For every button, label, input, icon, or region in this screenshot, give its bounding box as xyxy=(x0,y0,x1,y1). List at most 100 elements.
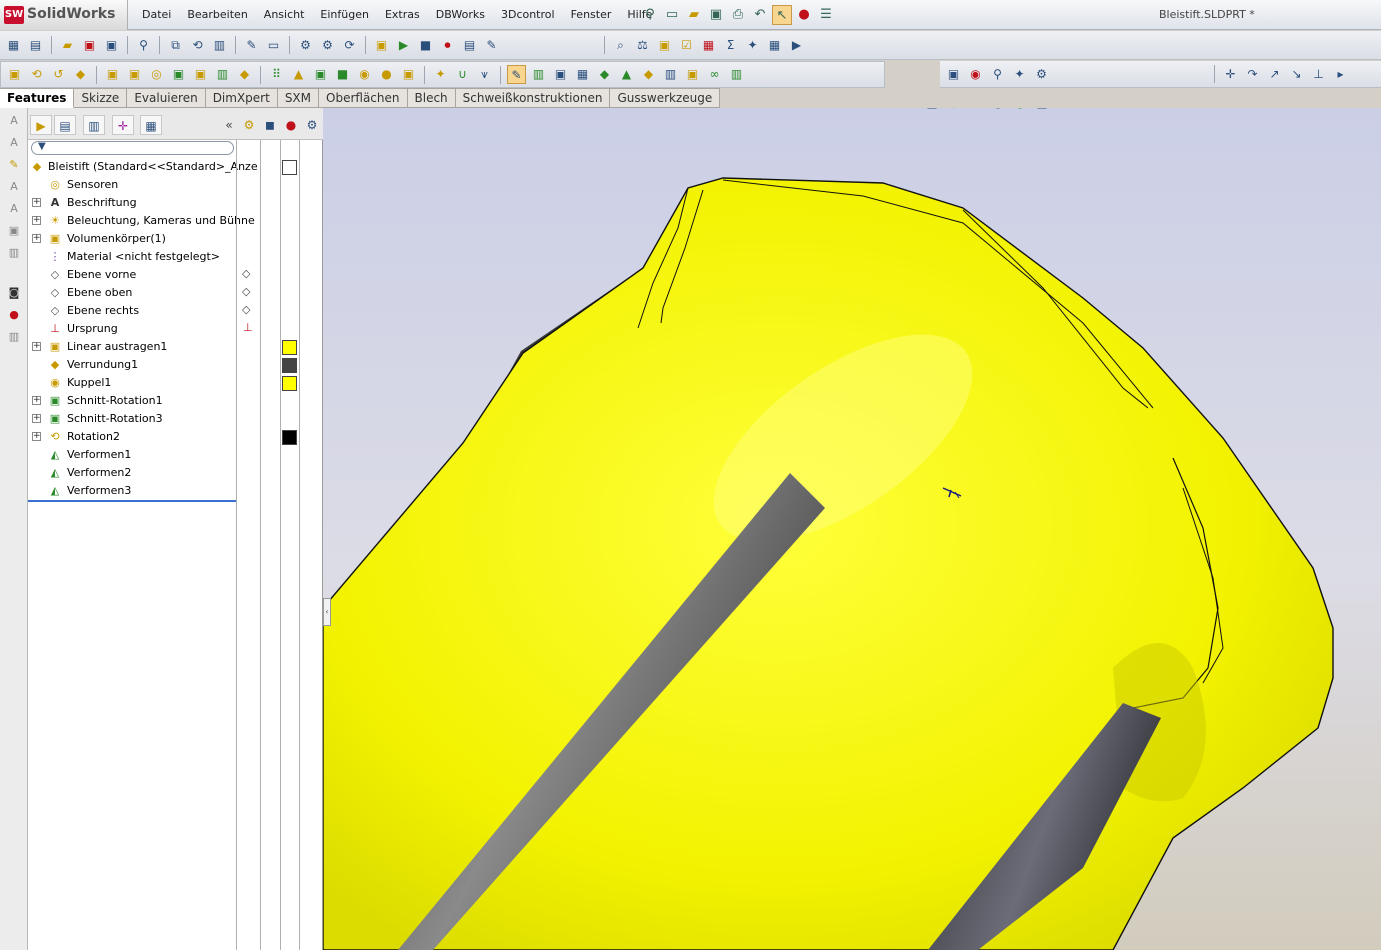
tree-item-volumenkoerper[interactable]: + ▣ Volumenkörper(1) xyxy=(28,230,236,248)
new-document-icon[interactable]: ▭ xyxy=(662,5,682,25)
view-orientation-icon[interactable]: ◈ xyxy=(945,108,963,112)
rollback-bar[interactable] xyxy=(28,500,236,502)
flex-icon[interactable]: ◆ xyxy=(595,65,614,84)
record-macro-icon[interactable]: ⏺ xyxy=(438,36,457,55)
save-as-icon[interactable]: ▣ xyxy=(80,36,99,55)
reference-geometry-icon[interactable]: ✦ xyxy=(431,65,450,84)
open-folder-icon[interactable]: ▰ xyxy=(684,5,704,25)
freeform-icon[interactable]: ∞ xyxy=(705,65,724,84)
tab-blech[interactable]: Blech xyxy=(407,88,456,108)
shell-icon[interactable]: ▣ xyxy=(191,65,210,84)
check-icon[interactable]: ☑ xyxy=(677,36,696,55)
render-tools-icon[interactable]: ✦ xyxy=(1010,65,1029,84)
fillet-icon[interactable]: ◆ xyxy=(235,65,254,84)
relations-icon[interactable]: ▣ xyxy=(551,65,570,84)
measure-icon[interactable]: ⌕ xyxy=(611,36,630,55)
section-view-icon[interactable]: ▥ xyxy=(923,108,941,112)
mass-properties-icon[interactable]: ⚖ xyxy=(633,36,652,55)
properties-icon[interactable]: ▤ xyxy=(26,36,45,55)
open-icon[interactable]: ▰ xyxy=(58,36,77,55)
tree-item-schnitt-rotation3[interactable]: + ▣ Schnitt-Rotation3 xyxy=(28,410,236,428)
arc-icon[interactable]: ↷ xyxy=(1243,65,1262,84)
macro-icon[interactable]: ▣ xyxy=(372,36,391,55)
filter-icon[interactable]: ⚲ xyxy=(134,36,153,55)
rebuild-icon[interactable]: ● xyxy=(794,5,814,25)
tree-item-verformen3[interactable]: ◭ Verformen3 xyxy=(28,482,236,500)
tab-dimxpert[interactable]: DimXpert xyxy=(205,88,278,108)
appearance-sphere-icon[interactable]: ● xyxy=(280,115,302,135)
edit-macro-icon[interactable]: ✎ xyxy=(482,36,501,55)
appearance-swatch-fillet[interactable] xyxy=(282,358,297,373)
save-icon[interactable]: ▣ xyxy=(706,5,726,25)
run-macro-icon[interactable]: ▶ xyxy=(394,36,413,55)
menu-ansicht[interactable]: Ansicht xyxy=(256,0,313,30)
solidworks-logo[interactable]: SW SolidWorks xyxy=(0,0,128,30)
line-icon[interactable]: ↗ xyxy=(1265,65,1284,84)
tree-item-sensoren[interactable]: ◎ Sensoren xyxy=(28,176,236,194)
datum-tool-icon[interactable]: ▥ xyxy=(4,244,24,262)
image-icon[interactable]: ▣ xyxy=(944,65,963,84)
menu-dbworks[interactable]: DBWorks xyxy=(428,0,493,30)
panel-collapse-handle[interactable]: ‹ xyxy=(323,598,331,626)
print-icon[interactable]: ⎙ xyxy=(728,5,748,25)
save-disk-icon[interactable]: ▣ xyxy=(102,36,121,55)
text-tool-icon[interactable]: A xyxy=(4,112,24,130)
appearance-swatch-revolve[interactable] xyxy=(282,430,297,445)
gear-wheel-icon[interactable]: ⚙ xyxy=(296,36,315,55)
graphics-viewport[interactable]: ⌕ ⌕ ↶ ⟳ ✥ ▥ ◈ ◼ ◔ ● ▣ xyxy=(323,108,1381,950)
indent-icon[interactable]: ▥ xyxy=(727,65,746,84)
options-icon[interactable]: ☰ xyxy=(816,5,836,25)
xpress-icon[interactable]: ▶ xyxy=(787,36,806,55)
tree-item-verformen2[interactable]: ◭ Verformen2 xyxy=(28,464,236,482)
appearance-swatch-extrude[interactable] xyxy=(282,340,297,355)
tab-schweisskonstruktionen[interactable]: Schweißkonstruktionen xyxy=(455,88,611,108)
hole-wizard-icon[interactable]: ■ xyxy=(333,65,352,84)
gear-wheel-2-icon[interactable]: ⚙ xyxy=(318,36,337,55)
balloon-tool-icon[interactable]: A xyxy=(4,178,24,196)
intersect-icon[interactable]: ▣ xyxy=(683,65,702,84)
camera-icon[interactable]: ◙ xyxy=(4,284,24,302)
smart-dimension-icon[interactable]: ▥ xyxy=(529,65,548,84)
cylinder-icon[interactable]: ● xyxy=(377,65,396,84)
refresh-icon[interactable]: ⟳ xyxy=(340,36,359,55)
sketch-text-icon[interactable]: ✎ xyxy=(242,36,261,55)
display-manager-tab-icon[interactable]: ▦ xyxy=(140,115,162,135)
dimension-tool-icon[interactable]: A xyxy=(4,134,24,152)
property-manager-tab-icon[interactable]: ▤ xyxy=(54,115,76,135)
combine-icon[interactable]: ▥ xyxy=(661,65,680,84)
tab-gusswerkzeuge[interactable]: Gusswerkzeuge xyxy=(610,88,721,108)
more-icon[interactable]: ▸ xyxy=(1331,65,1350,84)
view-settings-icon[interactable]: ▣ xyxy=(1033,108,1051,112)
link-icon[interactable]: ⟲ xyxy=(188,36,207,55)
arrow-icon[interactable]: ↘ xyxy=(1287,65,1306,84)
record-icon[interactable]: ● xyxy=(4,306,24,324)
design-table-icon[interactable]: ▦ xyxy=(765,36,784,55)
wrap-icon[interactable]: ▣ xyxy=(311,65,330,84)
revolve-boss-icon[interactable]: ⟲ xyxy=(27,65,46,84)
appearance-swatch-dome[interactable] xyxy=(282,376,297,391)
tree-filter[interactable]: ▼ xyxy=(31,141,234,155)
point-icon[interactable]: ✛ xyxy=(1221,65,1240,84)
statistics-icon[interactable]: ▦ xyxy=(699,36,718,55)
tab-evaluieren[interactable]: Evaluieren xyxy=(127,88,206,108)
draft-icon[interactable]: ▲ xyxy=(289,65,308,84)
tree-item-ebene-oben[interactable]: ◇ Ebene oben xyxy=(28,284,236,302)
edit-appearance-icon[interactable]: ● xyxy=(1011,108,1029,112)
grid-icon[interactable]: ▦ xyxy=(573,65,592,84)
tree-item-ebene-rechts[interactable]: ◇ Ebene rechts xyxy=(28,302,236,320)
tab-skizze[interactable]: Skizze xyxy=(74,88,128,108)
display-style-icon[interactable]: ◼ xyxy=(967,108,985,112)
tree-item-ursprung[interactable]: ⊥ Ursprung xyxy=(28,320,236,338)
instant3d-icon[interactable]: ⩛ xyxy=(475,65,494,84)
dome-icon[interactable]: ◉ xyxy=(355,65,374,84)
extrude-cut-icon[interactable]: ▣ xyxy=(103,65,122,84)
display-states-icon[interactable]: ⚙ xyxy=(301,115,323,135)
swept-cut-icon[interactable]: ◎ xyxy=(147,65,166,84)
loft-icon[interactable]: ◆ xyxy=(71,65,90,84)
pan-icon[interactable]: ✥ xyxy=(901,108,919,112)
curves-icon[interactable]: ∪ xyxy=(453,65,472,84)
select-cursor-icon[interactable]: ↖ xyxy=(772,5,792,25)
equations-icon[interactable]: Σ xyxy=(721,36,740,55)
rib-icon[interactable]: ▥ xyxy=(213,65,232,84)
sweep-icon[interactable]: ↺ xyxy=(49,65,68,84)
